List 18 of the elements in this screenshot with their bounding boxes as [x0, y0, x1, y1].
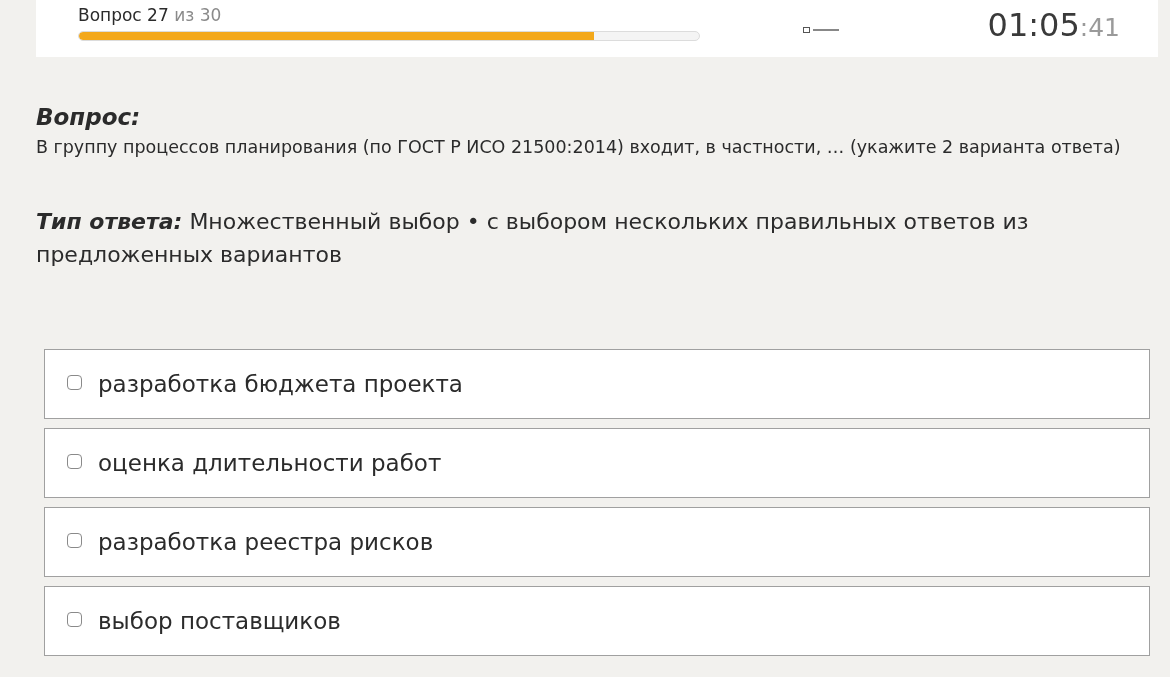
option-label: разработка реестра рисков	[98, 529, 434, 555]
answer-option[interactable]: выбор поставщиков	[44, 586, 1150, 656]
checkbox[interactable]	[67, 374, 82, 390]
answer-option[interactable]: оценка длительности работ	[44, 428, 1150, 498]
checkbox[interactable]	[67, 611, 82, 627]
option-label: разработка бюджета проекта	[98, 371, 463, 397]
answer-option[interactable]: разработка бюджета проекта	[44, 349, 1150, 419]
list-icon[interactable]	[803, 26, 839, 34]
answer-option[interactable]: разработка реестра рисков	[44, 507, 1150, 577]
timer: 01:05:41	[987, 6, 1120, 46]
option-label: выбор поставщиков	[98, 608, 341, 634]
question-text: В группу процессов планирования (по ГОСТ Р ИСО 21500:2014) входит, в частности, … (укажите 2 варианта ответа)	[36, 136, 1122, 159]
answer-type-text: Тип ответа: Множественный выбор • с выбором нескольких правильных ответов из предложенных вариантов	[36, 208, 1030, 269]
question-counter: Вопрос 27 из 30	[78, 4, 223, 26]
checkbox[interactable]	[67, 453, 82, 469]
question-heading: Вопрос:	[36, 103, 142, 132]
option-label: оценка длительности работ	[98, 450, 442, 476]
checkbox[interactable]	[67, 532, 82, 548]
